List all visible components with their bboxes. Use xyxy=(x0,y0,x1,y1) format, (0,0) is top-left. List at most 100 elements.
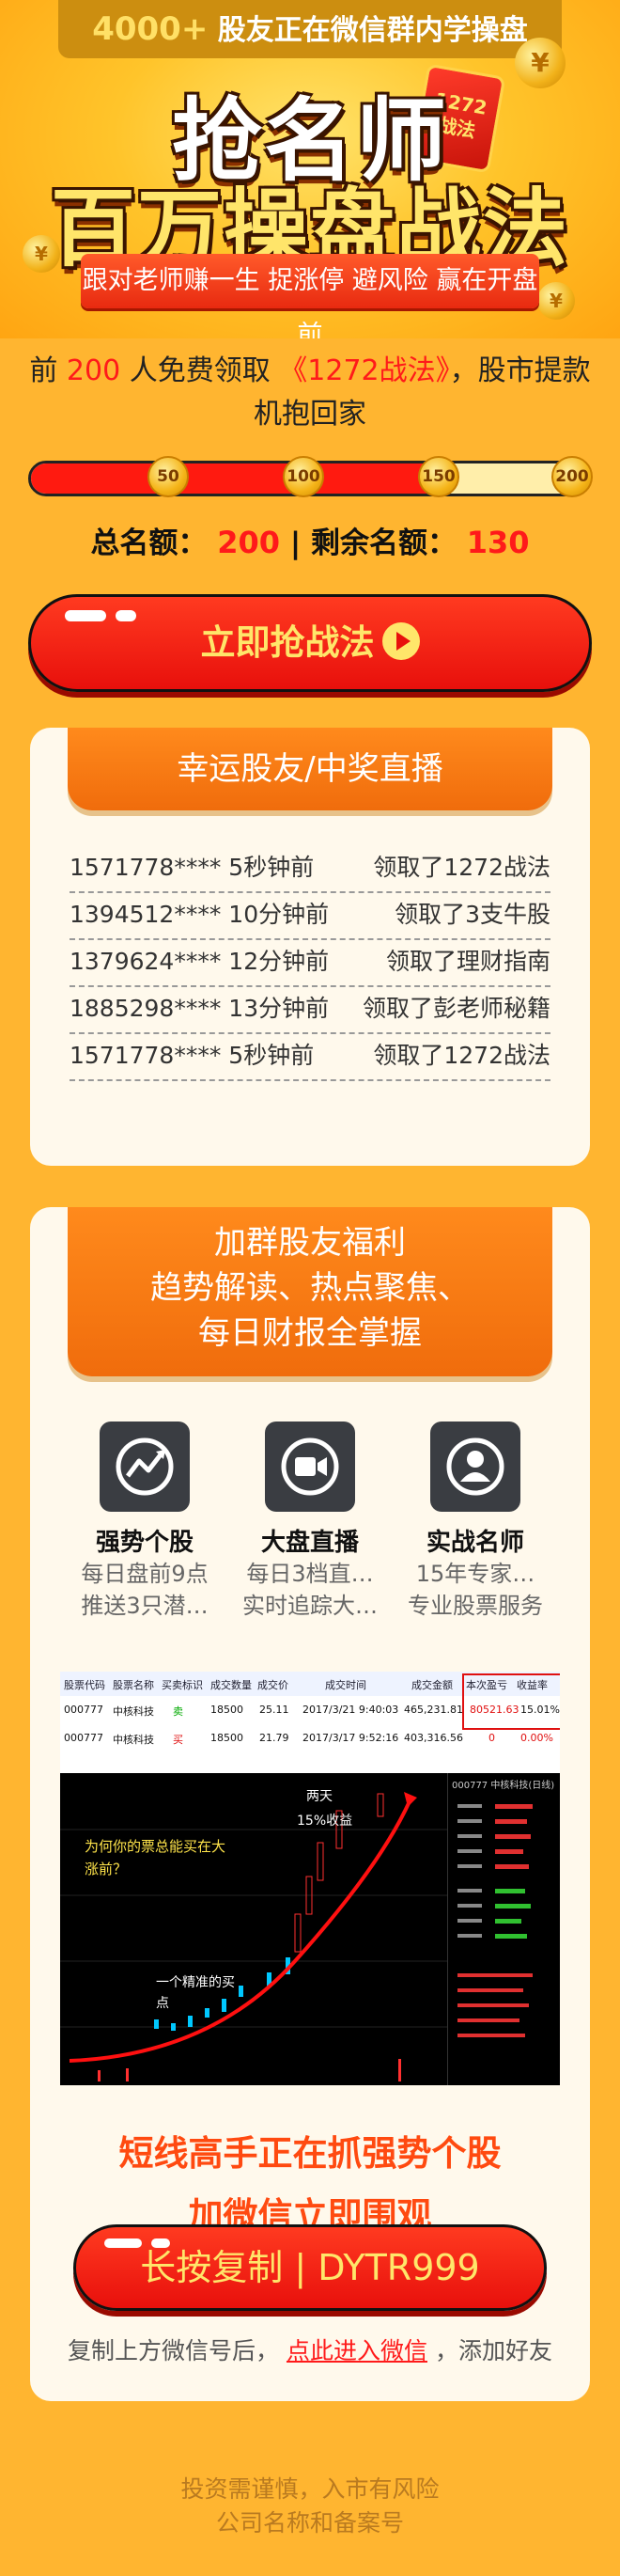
feature-desc: 实时追踪大… xyxy=(242,1593,378,1619)
trade-th: 成交价 xyxy=(257,1679,288,1691)
trade-td: 15.01% xyxy=(520,1704,560,1716)
claim-progress-bar: 50 100 150 200 xyxy=(28,456,593,497)
copy-wechat-label: 长按复制 | DYTR999 xyxy=(140,2247,480,2288)
feature-title: 强势个股 xyxy=(95,1529,194,1557)
copy-hint-suffix: ，添加好友 xyxy=(434,2337,552,2364)
trade-record-screenshot: 股票代码 股票名称 买卖标识 成交数量 成交价 成交时间 成交金额 本次盈亏 收… xyxy=(60,1672,560,2085)
button-shine xyxy=(65,610,106,621)
feature-title: 大盘直播 xyxy=(260,1529,359,1557)
counts-separator: | xyxy=(289,526,302,560)
feature-strong-stocks: 强势个股 每日盘前9点 推送3只潜… xyxy=(60,1422,229,1622)
candlestick-chart: 为何你的票总能买在大涨前？ 两天 15%收益 一个精准的买点 xyxy=(60,1773,447,2085)
winner-prize: 领取了3支牛股 xyxy=(395,901,550,928)
winner-user: 1885298**** xyxy=(70,995,222,1022)
benefits-title-line3: 每日财报全掌握 xyxy=(198,1314,422,1352)
button-shine xyxy=(116,610,136,621)
trade-th: 成交数量 xyxy=(210,1679,252,1691)
trade-table: 股票代码 股票名称 买卖标识 成交数量 成交价 成交时间 成交金额 本次盈亏 收… xyxy=(60,1672,560,1773)
video-camera-icon xyxy=(265,1422,355,1512)
winner-prize: 领取了彭老师秘籍 xyxy=(362,995,550,1022)
winner-time: 13分钟前 xyxy=(228,995,330,1022)
winner-user: 1379624**** xyxy=(70,948,222,975)
trade-td: 18500 xyxy=(210,1704,243,1716)
feature-desc: 专业股票服务 xyxy=(408,1593,543,1619)
button-shine xyxy=(104,2238,142,2248)
trade-td: 21.79 xyxy=(259,1732,289,1744)
trade-td: 000777 xyxy=(64,1732,103,1744)
trade-td: 0 xyxy=(488,1732,495,1744)
quota-counts: 总名额： 200 | 剩余名额： 130 xyxy=(28,519,592,561)
remain-count: 130 xyxy=(466,525,530,560)
winner-user: 1394512**** xyxy=(70,901,222,928)
trade-th: 成交金额 xyxy=(411,1679,453,1691)
feature-teachers: 实战名师 15年专家… 专业股票服务 xyxy=(391,1422,560,1622)
winners-card: 幸运股友/中奖直播 1571778**** 5秒钟前 领取了1272战法 139… xyxy=(30,728,590,1166)
winner-row: 1571778**** 5秒钟前 领取了1272战法 xyxy=(70,844,550,893)
annotation-gain: 15%收益 xyxy=(297,1814,353,1829)
grab-strategy-label: 立即抢战法 xyxy=(200,622,375,663)
trade-td: 2017/3/21 9:40:03 xyxy=(302,1704,399,1716)
intro-text: 前 200 人免费领取 《1272战法》，股市提款机抱回家 xyxy=(28,350,592,436)
side-panel-ticks xyxy=(457,1804,533,2037)
trade-td: 卖 xyxy=(173,1705,183,1718)
trade-td: 000777 xyxy=(64,1704,103,1716)
winner-row: 1379624**** 12分钟前 领取了理财指南 xyxy=(70,938,550,987)
trade-td: 25.11 xyxy=(259,1704,289,1716)
intro-middle: 人免费领取 xyxy=(129,354,271,387)
hero-banner: 4000+ 股友正在微信群内学操盘 ¥ ¥ ¥ 1272 战法 抢名师 百万操盘… xyxy=(0,0,620,338)
trade-th: 股票代码 xyxy=(64,1679,105,1691)
feature-title: 实战名师 xyxy=(426,1529,524,1557)
trade-td: 80521.63 xyxy=(470,1704,519,1716)
winner-prize: 领取了1272战法 xyxy=(373,1042,550,1069)
intro-prefix: 前 xyxy=(29,354,58,387)
trade-th: 买卖标识 xyxy=(162,1679,203,1691)
winner-time: 12分钟前 xyxy=(228,948,330,975)
feature-desc: 每日盘前9点 xyxy=(81,1561,209,1587)
benefits-title: 加群股友福利 趋势解读、热点聚焦、 每日财报全掌握 xyxy=(68,1207,552,1376)
winner-prize: 领取了理财指南 xyxy=(385,948,550,975)
copy-wechat-button[interactable]: 长按复制 | DYTR999 xyxy=(73,2224,547,2311)
copy-hint-prefix: 复制上方微信号后， xyxy=(68,2337,280,2364)
trade-td: 0.00% xyxy=(520,1732,553,1744)
total-label: 总名额： xyxy=(90,526,208,560)
milestone-50: 50 xyxy=(147,456,189,497)
remain-label: 剩余名额： xyxy=(310,526,457,560)
winner-time: 5秒钟前 xyxy=(228,1042,315,1069)
side-panel-header: 000777 中核科技(日线) xyxy=(452,1781,555,1791)
banner-pill: 4000+ 股友正在微信群内学操盘 xyxy=(58,0,562,58)
play-circle-icon xyxy=(381,621,420,660)
feature-desc: 15年专家… xyxy=(415,1561,535,1587)
trade-td: 买 xyxy=(173,1734,183,1746)
trade-td: 18500 xyxy=(210,1732,243,1744)
winner-user: 1571778**** xyxy=(70,1042,222,1069)
trade-th: 成交时间 xyxy=(325,1679,366,1691)
milestone-200: 200 xyxy=(551,456,593,497)
annotation-days: 两天 xyxy=(306,1789,333,1804)
quote-side-panel: 000777 中核科技(日线) xyxy=(447,1773,560,2085)
banner-ribbon: 跟对老师赚一生 捉涨停 避风险 赢在开盘前 xyxy=(81,254,539,338)
feature-desc: 推送3只潜… xyxy=(81,1593,209,1619)
trade-td: 2017/3/17 9:52:16 xyxy=(302,1732,399,1744)
feature-desc: 每日3档直… xyxy=(246,1561,374,1587)
trade-td: 中核科技 xyxy=(113,1734,154,1746)
annotation-question: 为何你的票总能买在大涨前？ xyxy=(85,1838,226,1877)
button-shine xyxy=(151,2238,170,2248)
footer-company: 公司名称和备案号 xyxy=(215,2509,404,2537)
milestone-150: 150 xyxy=(418,456,459,497)
banner-pill-count: 4000+ xyxy=(92,10,209,48)
coin-icon: ¥ xyxy=(537,282,575,320)
progress-fill xyxy=(31,463,442,494)
winner-time: 10分钟前 xyxy=(228,901,330,928)
open-wechat-link[interactable]: 点此进入微信 xyxy=(287,2337,427,2364)
winner-row: 1394512**** 10分钟前 领取了3支牛股 xyxy=(70,891,550,940)
banner-pill-text: 股友正在微信群内学操盘 xyxy=(217,14,528,47)
copy-hint: 复制上方微信号后， 点此进入微信 ，添加好友 xyxy=(49,2333,571,2369)
grab-strategy-button[interactable]: 立即抢战法 xyxy=(28,594,592,692)
annotation-buy-point: 一个精准的买点 xyxy=(156,1975,235,2011)
winner-row: 1571778**** 5秒钟前 领取了1272战法 xyxy=(70,1032,550,1081)
footer: 投资需谨慎，入市有风险 公司名称和备案号 xyxy=(0,2473,620,2540)
feature-market-live: 大盘直播 每日3档直… 实时追踪大… xyxy=(225,1422,395,1622)
trade-th: 股票名称 xyxy=(113,1679,154,1691)
winner-row: 1885298**** 13分钟前 领取了彭老师秘籍 xyxy=(70,985,550,1034)
footer-risk: 投资需谨慎，入市有风险 xyxy=(180,2475,440,2503)
